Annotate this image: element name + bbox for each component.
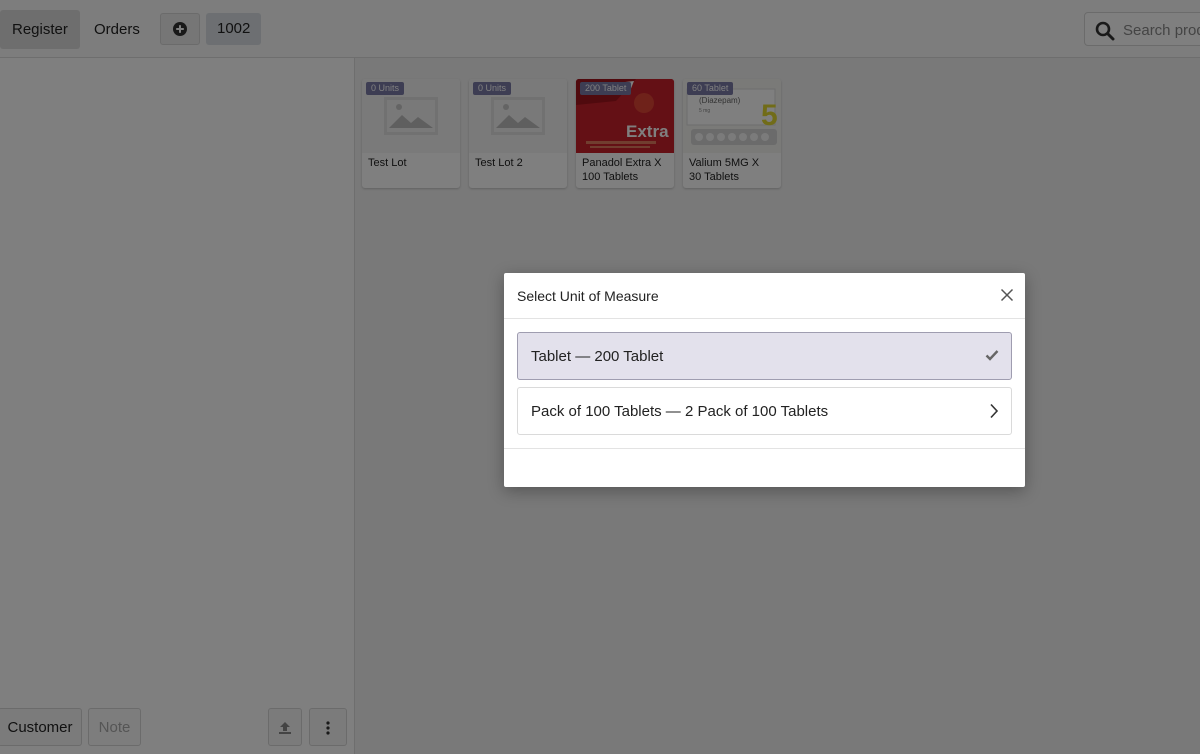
dialog-footer <box>504 448 1025 487</box>
check-icon <box>985 350 999 361</box>
dialog-title: Select Unit of Measure <box>517 288 659 304</box>
uom-option-tablet[interactable]: Tablet — 200 Tablet <box>517 332 1012 380</box>
uom-option-label: Tablet — 200 Tablet <box>531 348 664 365</box>
chevron-right-icon <box>990 403 999 419</box>
select-uom-dialog: Select Unit of Measure Tablet — 200 Tabl… <box>504 273 1025 487</box>
close-icon[interactable] <box>1000 288 1014 302</box>
uom-option-label: Pack of 100 Tablets — 2 Pack of 100 Tabl… <box>531 403 829 420</box>
uom-option-pack-of-100[interactable]: Pack of 100 Tablets — 2 Pack of 100 Tabl… <box>517 387 1012 435</box>
dialog-header: Select Unit of Measure <box>504 273 1025 319</box>
